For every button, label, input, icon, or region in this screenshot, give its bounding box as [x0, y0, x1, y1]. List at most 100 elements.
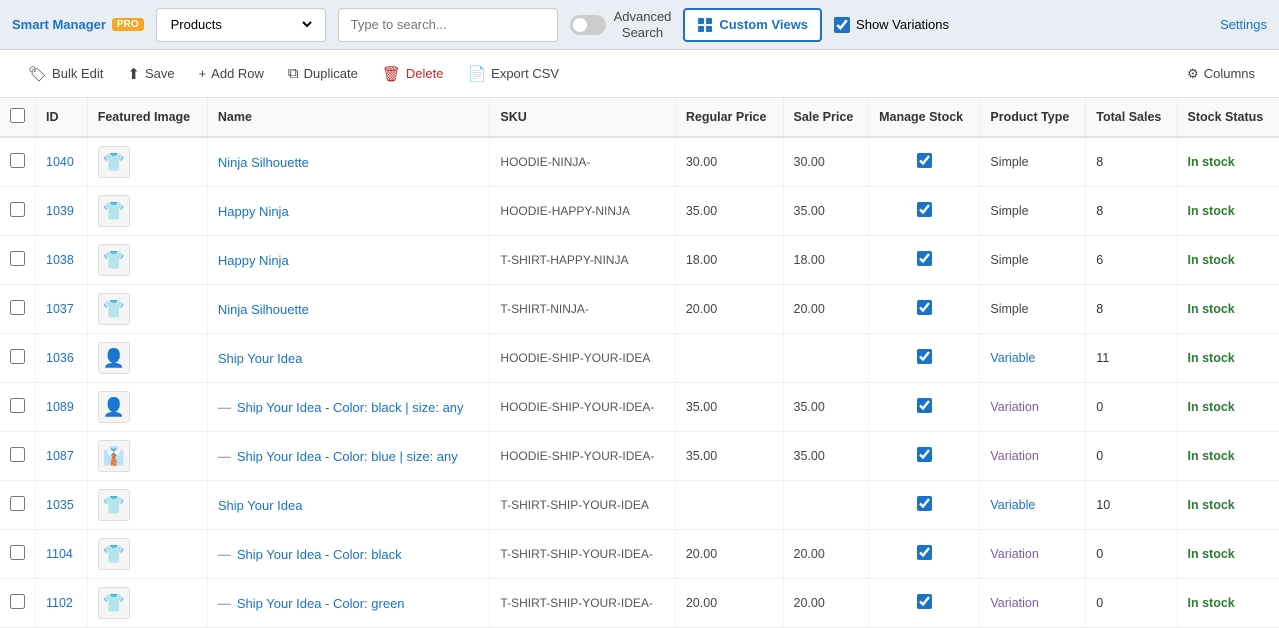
- add-icon: +: [199, 66, 207, 81]
- row-total-sales: 6: [1086, 236, 1177, 285]
- row-checkbox[interactable]: [10, 398, 25, 413]
- manage-stock-checkbox[interactable]: [917, 202, 932, 217]
- row-manage-stock: [869, 432, 980, 481]
- manage-stock-checkbox[interactable]: [917, 496, 932, 511]
- add-row-button[interactable]: + Add Row: [187, 61, 276, 86]
- row-total-sales: 11: [1086, 334, 1177, 383]
- row-checkbox[interactable]: [10, 251, 25, 266]
- row-checkbox[interactable]: [10, 349, 25, 364]
- row-name: —Ship Your Idea - Color: black | size: a…: [207, 383, 490, 432]
- variation-dash-icon: —: [218, 596, 231, 611]
- manage-stock-checkbox[interactable]: [917, 398, 932, 413]
- product-name-link[interactable]: Ship Your Idea - Color: black | size: an…: [237, 400, 464, 415]
- product-name-link[interactable]: Ship Your Idea: [218, 498, 303, 513]
- row-sku: HOODIE-HAPPY-NINJA: [490, 187, 675, 236]
- manage-stock-checkbox[interactable]: [917, 545, 932, 560]
- product-name-link[interactable]: Ship Your Idea - Color: blue | size: any: [237, 449, 458, 464]
- table-row: 1037👕Ninja SilhouetteT-SHIRT-NINJA-20.00…: [0, 285, 1279, 334]
- row-featured-image: 👕: [87, 236, 207, 285]
- header-regular-price: Regular Price: [675, 98, 783, 137]
- row-id: 1035: [36, 481, 88, 530]
- row-checkbox[interactable]: [10, 300, 25, 315]
- row-sku: HOODIE-NINJA-: [490, 137, 675, 187]
- row-manage-stock: [869, 334, 980, 383]
- product-name-link[interactable]: Happy Ninja: [218, 204, 289, 219]
- variation-dash-icon: —: [218, 449, 231, 464]
- manage-stock-checkbox[interactable]: [917, 349, 932, 364]
- row-checkbox[interactable]: [10, 447, 25, 462]
- row-manage-stock: [869, 285, 980, 334]
- row-total-sales: 0: [1086, 530, 1177, 579]
- row-checkbox[interactable]: [10, 594, 25, 609]
- table-body: 1040👕Ninja SilhouetteHOODIE-NINJA-30.003…: [0, 137, 1279, 628]
- columns-label: Columns: [1204, 66, 1255, 81]
- product-name-link[interactable]: Ninja Silhouette: [218, 302, 309, 317]
- show-variations-checkbox[interactable]: [834, 17, 850, 33]
- row-checkbox-cell: [0, 285, 36, 334]
- row-stock-status: In stock: [1177, 383, 1279, 432]
- row-regular-price: 35.00: [675, 432, 783, 481]
- save-icon: ⬆: [127, 65, 140, 83]
- top-bar: Smart Manager PRO Products Orders Custom…: [0, 0, 1279, 50]
- manage-stock-checkbox[interactable]: [917, 300, 932, 315]
- product-thumbnail: 👕: [98, 587, 130, 619]
- row-manage-stock: [869, 530, 980, 579]
- row-checkbox[interactable]: [10, 496, 25, 511]
- row-manage-stock: [869, 481, 980, 530]
- row-stock-status: In stock: [1177, 236, 1279, 285]
- row-name: Happy Ninja: [207, 236, 490, 285]
- search-input[interactable]: [338, 8, 558, 42]
- table-row: 1036👤Ship Your IdeaHOODIE-SHIP-YOUR-IDEA…: [0, 334, 1279, 383]
- settings-link[interactable]: Settings: [1220, 17, 1267, 32]
- row-featured-image: 👕: [87, 187, 207, 236]
- duplicate-button[interactable]: ⧉ Duplicate: [276, 60, 370, 87]
- manage-stock-checkbox[interactable]: [917, 594, 932, 609]
- entity-dropdown[interactable]: Products Orders Customers Coupons: [156, 8, 326, 42]
- table-row: 1035👕Ship Your IdeaT-SHIRT-SHIP-YOUR-IDE…: [0, 481, 1279, 530]
- export-csv-label: Export CSV: [491, 66, 559, 81]
- row-stock-status: In stock: [1177, 481, 1279, 530]
- row-checkbox[interactable]: [10, 153, 25, 168]
- row-id: 1089: [36, 383, 88, 432]
- row-featured-image: 👕: [87, 530, 207, 579]
- bulk-edit-button[interactable]: 🏷 Bulk Edit: [16, 60, 115, 88]
- product-thumbnail: 👕: [98, 146, 130, 178]
- row-checkbox[interactable]: [10, 545, 25, 560]
- table-row: 1102👕—Ship Your Idea - Color: greenT-SHI…: [0, 579, 1279, 628]
- table-header: ID Featured Image Name SKU Regular Price…: [0, 98, 1279, 137]
- row-regular-price: 30.00: [675, 137, 783, 187]
- entity-select[interactable]: Products Orders Customers Coupons: [167, 16, 315, 33]
- advanced-search-toggle[interactable]: [570, 15, 606, 35]
- row-product-type: Variation: [980, 530, 1086, 579]
- product-name-link[interactable]: Ship Your Idea: [218, 351, 303, 366]
- row-id: 1038: [36, 236, 88, 285]
- row-featured-image: 👕: [87, 481, 207, 530]
- row-sale-price: [783, 334, 869, 383]
- delete-button[interactable]: 🗑 Delete: [370, 60, 456, 88]
- columns-button[interactable]: ⚙ Columns: [1179, 61, 1263, 87]
- save-button[interactable]: ⬆ Save: [115, 60, 186, 88]
- product-name-link[interactable]: Ship Your Idea - Color: green: [237, 596, 405, 611]
- row-stock-status: In stock: [1177, 579, 1279, 628]
- manage-stock-checkbox[interactable]: [917, 153, 932, 168]
- row-checkbox-cell: [0, 579, 36, 628]
- row-total-sales: 10: [1086, 481, 1177, 530]
- select-all-checkbox[interactable]: [10, 108, 25, 123]
- export-csv-button[interactable]: 📄 Export CSV: [455, 60, 571, 88]
- row-manage-stock: [869, 236, 980, 285]
- advanced-search-label: AdvancedSearch: [614, 9, 672, 40]
- product-name-link[interactable]: Ninja Silhouette: [218, 155, 309, 170]
- product-name-link[interactable]: Ship Your Idea - Color: black: [237, 547, 402, 562]
- header-stock-status: Stock Status: [1177, 98, 1279, 137]
- custom-views-button[interactable]: Custom Views: [683, 8, 822, 42]
- product-name-link[interactable]: Happy Ninja: [218, 253, 289, 268]
- product-thumbnail: 👔: [98, 440, 130, 472]
- row-checkbox[interactable]: [10, 202, 25, 217]
- add-row-label: Add Row: [211, 66, 264, 81]
- row-regular-price: 20.00: [675, 285, 783, 334]
- header-manage-stock: Manage Stock: [869, 98, 980, 137]
- table-row: 1039👕Happy NinjaHOODIE-HAPPY-NINJA35.003…: [0, 187, 1279, 236]
- manage-stock-checkbox[interactable]: [917, 447, 932, 462]
- header-sku: SKU: [490, 98, 675, 137]
- manage-stock-checkbox[interactable]: [917, 251, 932, 266]
